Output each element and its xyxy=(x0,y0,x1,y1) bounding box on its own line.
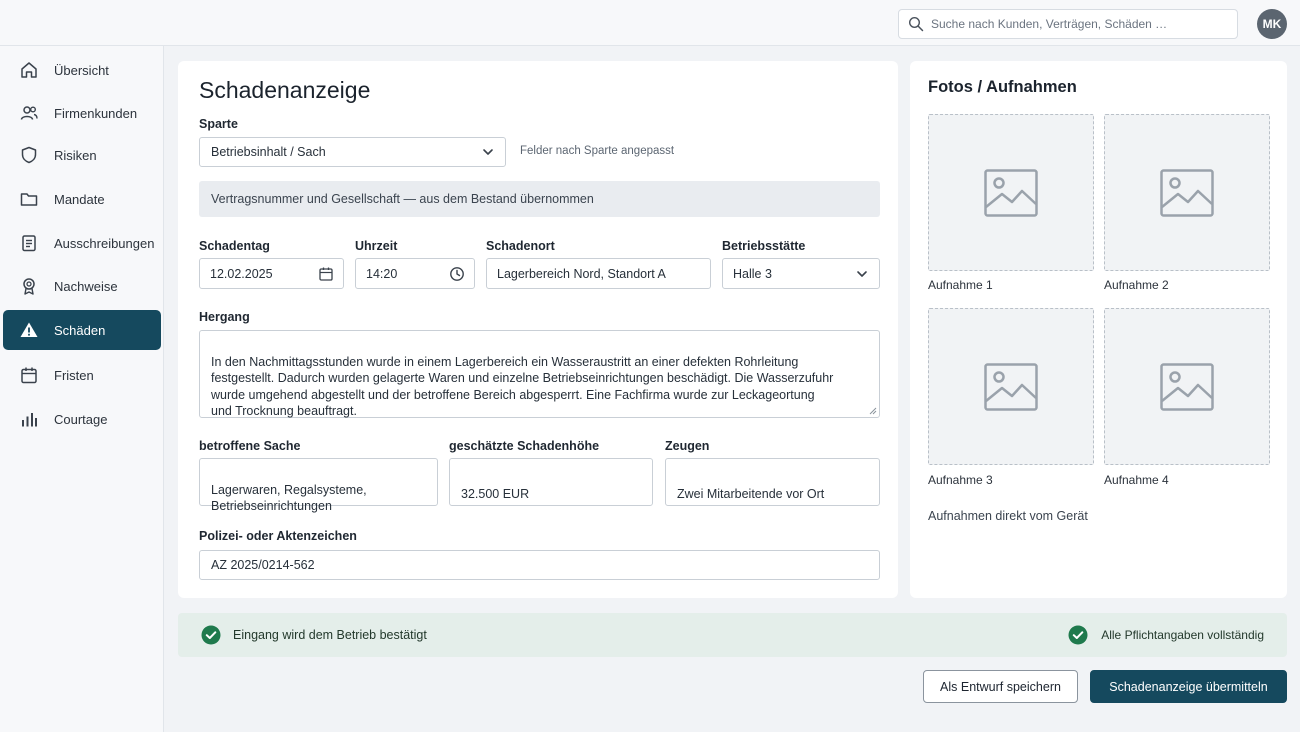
sidebar-item-label: Ausschreibungen xyxy=(54,235,155,251)
schadentag-value: 12.02.2025 xyxy=(210,266,273,281)
sidebar-item-ausschreibungen[interactable]: Ausschreibungen xyxy=(3,223,161,263)
uhrzeit-input[interactable]: 14:20 xyxy=(355,258,475,289)
photo-caption-3: Aufnahme 3 xyxy=(928,473,993,487)
calendar-icon[interactable] xyxy=(318,266,334,282)
folder-icon xyxy=(19,189,39,209)
search-icon xyxy=(908,16,924,32)
image-placeholder-icon xyxy=(1160,168,1214,217)
status-confirmation: Eingang wird dem Betrieb bestätigt xyxy=(201,625,427,645)
sidebar-item-nachweise[interactable]: Nachweise xyxy=(3,266,161,306)
search-box[interactable] xyxy=(898,9,1238,39)
clipboard-list-icon xyxy=(19,233,39,253)
sidebar-item-label: Übersicht xyxy=(54,62,109,78)
save-draft-button[interactable]: Als Entwurf speichern xyxy=(923,670,1078,703)
sidebar-item-label: Schäden xyxy=(54,322,106,338)
sidebar-item-firmenkunden[interactable]: Firmenkunden xyxy=(3,93,161,133)
sidebar-item-mandate[interactable]: Mandate xyxy=(3,179,161,219)
photo-slot-1[interactable] xyxy=(928,114,1094,271)
schadenort-label: Schadenort xyxy=(486,239,555,253)
clock-icon[interactable] xyxy=(449,266,465,282)
top-bar: MK xyxy=(0,0,1300,46)
aktenzeichen-value: AZ 2025/0214-562 xyxy=(211,558,315,572)
check-circle-icon xyxy=(1068,625,1088,645)
betroffene-sache-value: Lagerwaren, Regalsysteme, Betriebseinric… xyxy=(211,482,367,514)
betriebsstaette-label: Betriebsstätte xyxy=(722,239,806,253)
sparte-value: Betriebsinhalt / Sach xyxy=(211,145,326,159)
submit-claim-button[interactable]: Schadenanzeige übermitteln xyxy=(1090,670,1287,703)
claim-form-panel: Schadenanzeige Sparte Betriebsinhalt / S… xyxy=(178,61,898,598)
betroffene-sache-input[interactable]: Lagerwaren, Regalsysteme, Betriebseinric… xyxy=(199,458,438,513)
search-input[interactable] xyxy=(931,17,1231,31)
sidebar-item-risiken[interactable]: Risiken xyxy=(3,135,161,175)
betriebsstaette-value: Halle 3 xyxy=(733,266,772,281)
photo-caption-1: Aufnahme 1 xyxy=(928,278,993,292)
sidebar-item-label: Firmenkunden xyxy=(54,105,138,121)
status-left-text: Eingang wird dem Betrieb bestätigt xyxy=(233,628,427,642)
sparte-hint: Felder nach Sparte angepasst xyxy=(520,145,675,157)
status-right-text: Alle Pflichtangaben vollständig xyxy=(1101,628,1264,642)
users-icon xyxy=(19,103,39,123)
betroffene-sache-label: betroffene Sache xyxy=(199,439,301,453)
uhrzeit-label: Uhrzeit xyxy=(355,239,398,253)
contract-info-text: Vertragsnummer und Gesellschaft — aus de… xyxy=(211,192,594,206)
schadentag-input[interactable]: 12.02.2025 xyxy=(199,258,344,289)
hergang-label: Hergang xyxy=(199,310,250,324)
chevron-down-icon xyxy=(483,149,493,155)
photo-slot-2[interactable] xyxy=(1104,114,1270,271)
image-placeholder-icon xyxy=(984,168,1038,217)
sidebar-item-label: Mandate xyxy=(54,191,105,207)
photo-slot-3[interactable] xyxy=(928,308,1094,465)
hergang-value: In den Nachmittagsstunden wurde in einem… xyxy=(211,354,834,419)
image-placeholder-icon xyxy=(984,362,1038,411)
sidebar-item-courtage[interactable]: Courtage xyxy=(3,399,161,439)
bar-chart-icon xyxy=(19,409,39,429)
sidebar-item-schaeden[interactable]: Schäden xyxy=(3,310,161,350)
check-circle-icon xyxy=(201,625,221,645)
warning-icon xyxy=(19,320,39,340)
page-title: Schadenanzeige xyxy=(199,77,371,103)
sidebar-item-label: Risiken xyxy=(54,147,97,163)
resize-handle-icon[interactable] xyxy=(869,407,877,415)
status-bar: Eingang wird dem Betrieb bestätigt Alle … xyxy=(178,613,1287,657)
schadenhoehe-label: geschätzte Schadenhöhe xyxy=(449,439,600,453)
sparte-label: Sparte xyxy=(199,117,238,131)
sidebar-item-uebersicht[interactable]: Übersicht xyxy=(3,50,161,90)
photo-panel-title: Fotos / Aufnahmen xyxy=(928,78,1077,96)
calendar-icon xyxy=(19,365,39,385)
zeugen-value: Zwei Mitarbeitende vor Ort xyxy=(677,486,825,501)
zeugen-input[interactable]: Zwei Mitarbeitende vor Ort xyxy=(665,458,880,506)
badge-icon xyxy=(19,276,39,296)
zeugen-label: Zeugen xyxy=(665,439,710,453)
sidebar-item-label: Courtage xyxy=(54,411,108,427)
uhrzeit-value: 14:20 xyxy=(366,266,398,281)
schadenhoehe-input[interactable]: 32.500 EUR xyxy=(449,458,653,506)
schadentag-label: Schadentag xyxy=(199,239,270,253)
sidebar-item-fristen[interactable]: Fristen xyxy=(3,355,161,395)
image-placeholder-icon xyxy=(1160,362,1214,411)
photo-caption-4: Aufnahme 4 xyxy=(1104,473,1169,487)
photo-capture-hint[interactable]: Aufnahmen direkt vom Gerät xyxy=(928,509,1088,523)
aktenzeichen-input[interactable]: AZ 2025/0214-562 xyxy=(199,550,880,580)
chevron-down-icon xyxy=(857,270,867,277)
schadenort-input[interactable]: Lagerbereich Nord, Standort A xyxy=(486,258,711,289)
sidebar-item-label: Fristen xyxy=(54,367,94,383)
photo-caption-2: Aufnahme 2 xyxy=(1104,278,1169,292)
hergang-textarea[interactable]: In den Nachmittagsstunden wurde in einem… xyxy=(199,330,880,418)
status-completeness: Alle Pflichtangaben vollständig xyxy=(1068,625,1264,645)
sparte-select[interactable]: Betriebsinhalt / Sach xyxy=(199,137,506,167)
avatar[interactable]: MK xyxy=(1257,9,1287,39)
sidebar-item-label: Nachweise xyxy=(54,278,118,294)
home-icon xyxy=(19,60,39,80)
schadenhoehe-value: 32.500 EUR xyxy=(461,486,530,501)
contract-info-bar: Vertragsnummer und Gesellschaft — aus de… xyxy=(199,181,880,217)
photo-panel: Fotos / Aufnahmen Aufnahme 1 Aufnahme 2 … xyxy=(910,61,1287,598)
aktenzeichen-label: Polizei- oder Aktenzeichen xyxy=(199,529,357,543)
photo-slot-4[interactable] xyxy=(1104,308,1270,465)
sidebar: Übersicht Firmenkunden Risiken Mandate A… xyxy=(0,46,164,732)
betriebsstaette-select[interactable]: Halle 3 xyxy=(722,258,880,289)
shield-icon xyxy=(19,145,39,165)
schadenort-value: Lagerbereich Nord, Standort A xyxy=(497,266,666,281)
